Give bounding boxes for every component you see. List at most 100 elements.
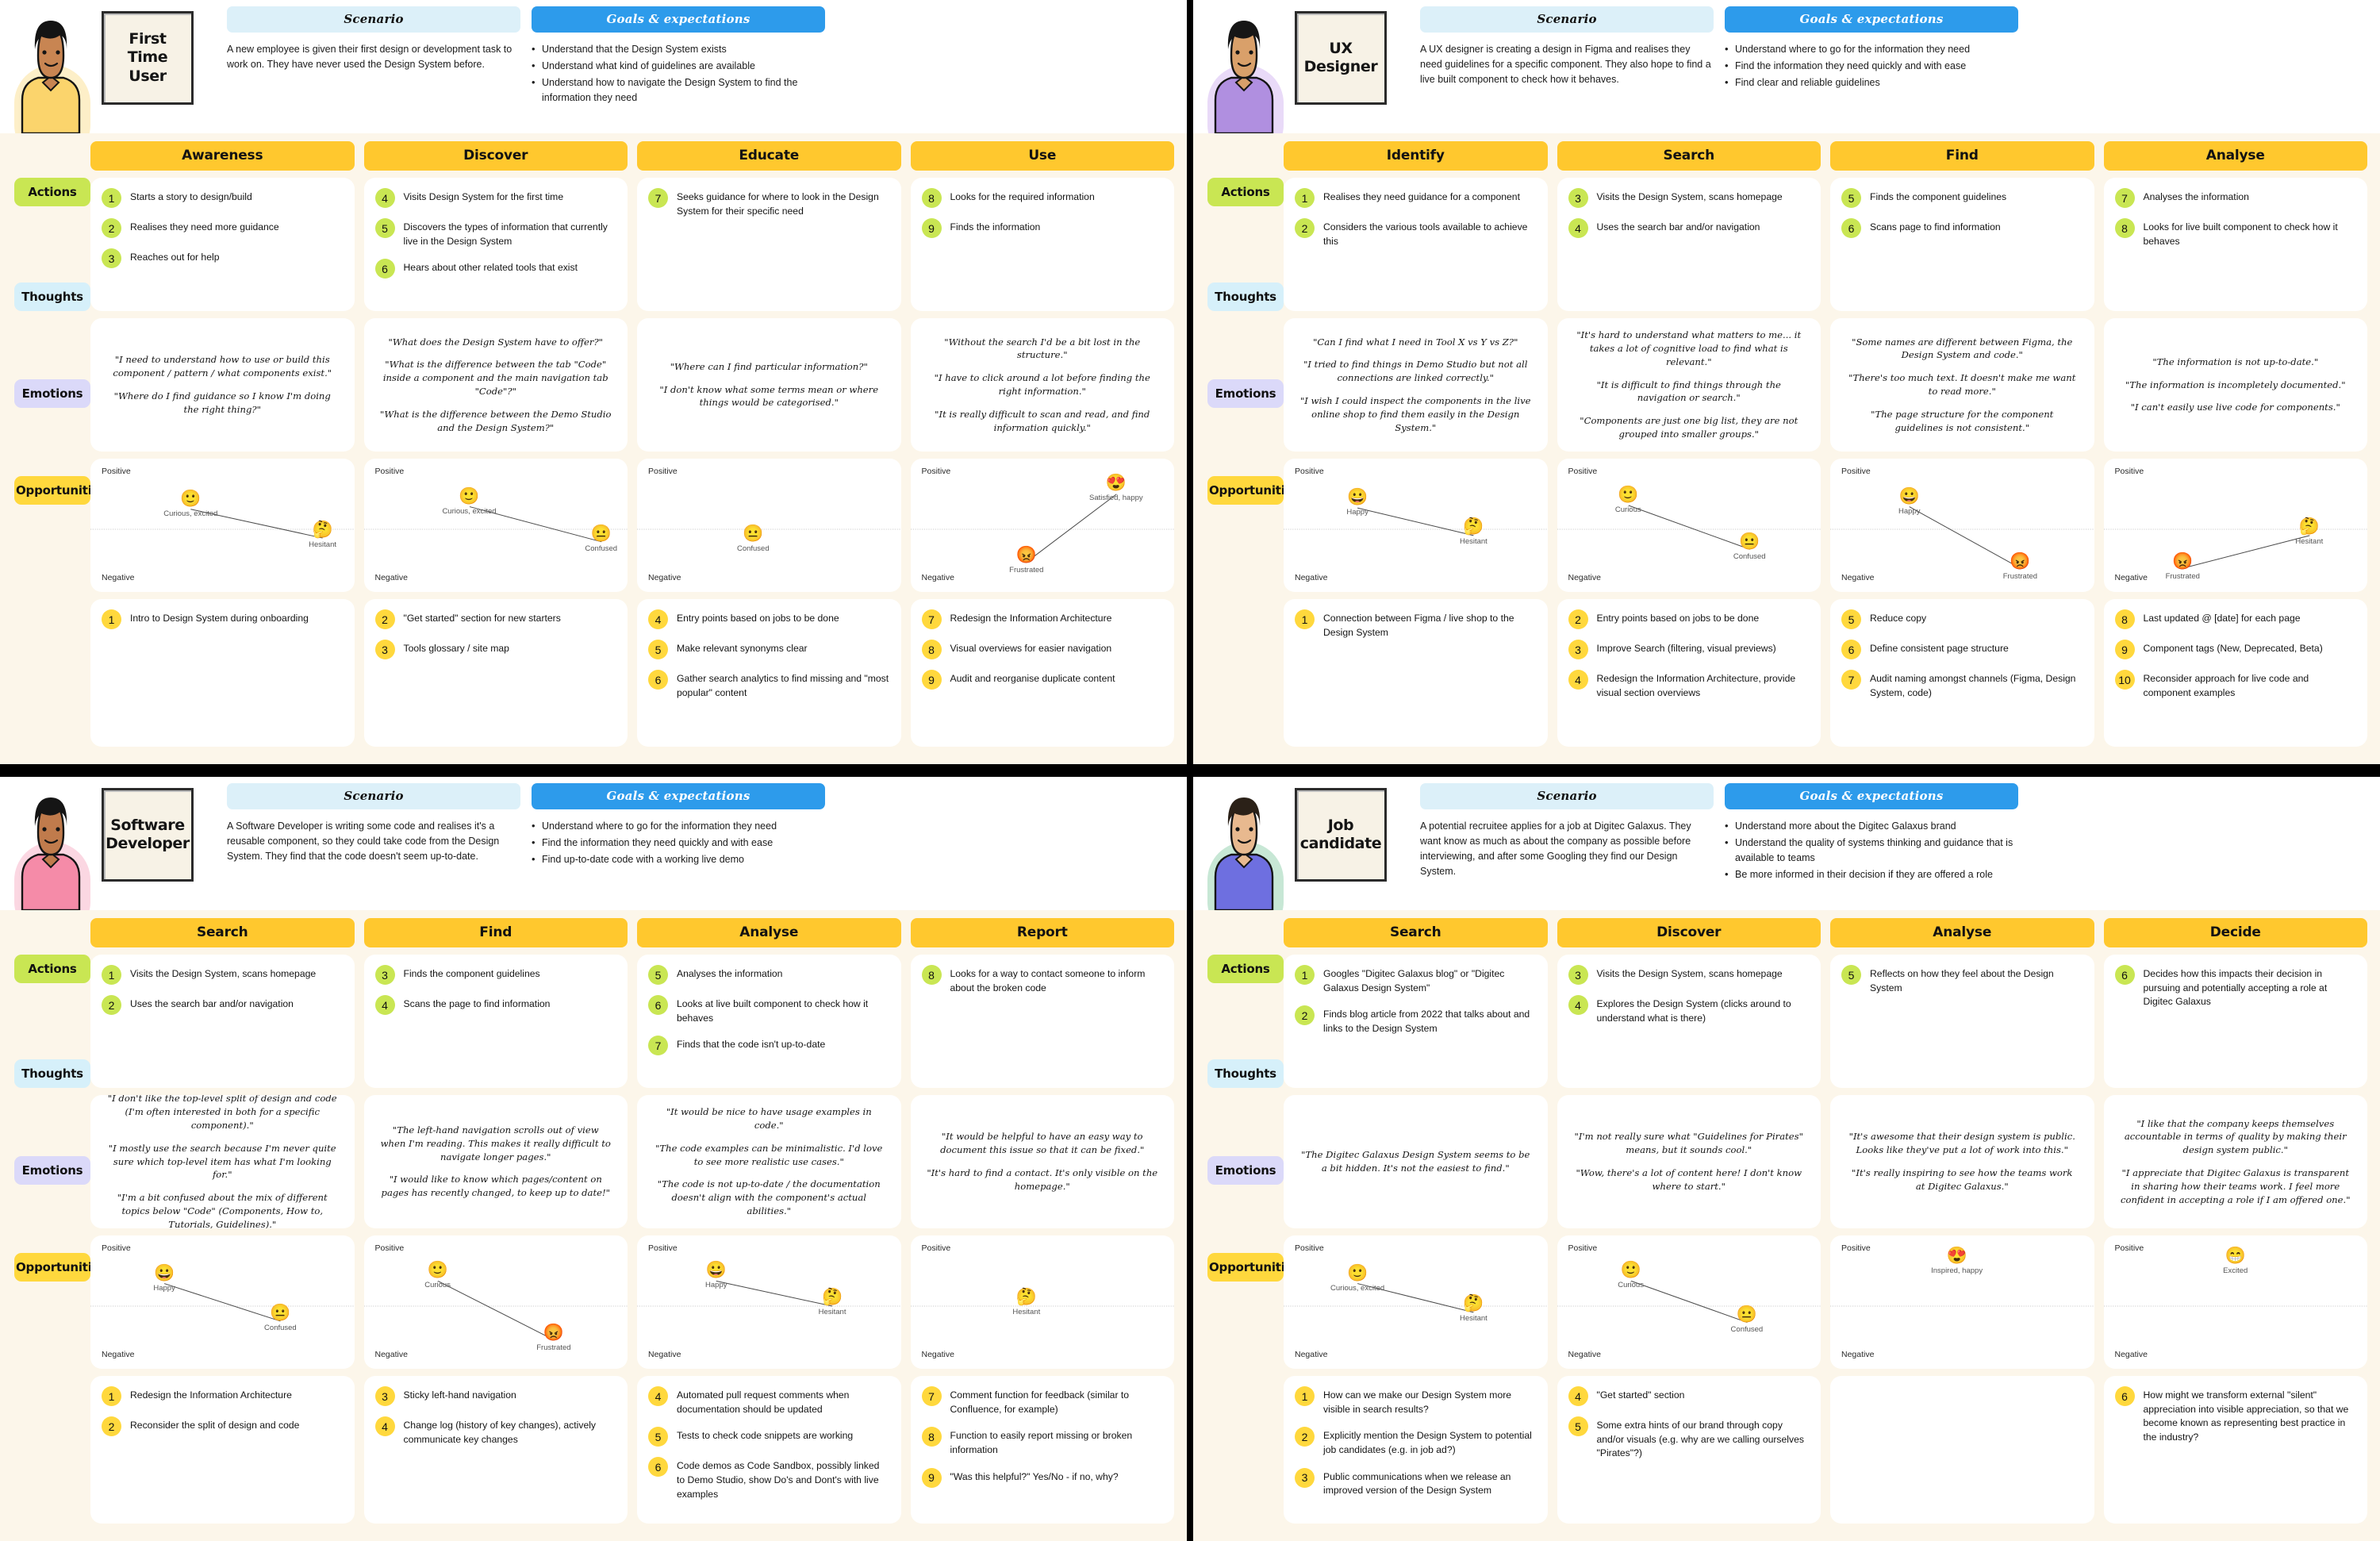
action-text: Considers the various tools available to… (1323, 221, 1528, 247)
opportunity-number: 8 (921, 1427, 942, 1447)
emotion-face-icon: 🤔 (2298, 517, 2320, 536)
goal-item: Understand where to go for the informati… (1725, 41, 2018, 57)
stage-title: Analyse (1830, 918, 2094, 947)
emotion-axis-negative-label: Negative (1295, 1350, 1328, 1359)
emotion-face-icon: 😐 (1739, 532, 1760, 551)
opportunity-text: Change log (history of key changes), act… (403, 1420, 597, 1445)
emotion-axis-positive-label: Positive (2114, 1243, 2144, 1253)
action-text: Finds blog article from 2022 that talks … (1323, 1009, 1530, 1035)
emotion-point-label: Hesitant (818, 1308, 846, 1316)
action-number: 7 (2114, 188, 2135, 208)
action-item: 7 Analyses the information (2114, 188, 2357, 208)
actions-card: 5 Reflects on how they feel about the Des… (1830, 955, 2094, 1088)
thought-quote: "I'm not really sure what "Guidelines fo… (1574, 1131, 1803, 1156)
avatar (0, 0, 102, 133)
avatar-job-candidate-illustration (1214, 797, 1274, 910)
actions-card: 1 Realises they need guidance for a compo… (1284, 178, 1548, 311)
scenario-text: A potential recruitee applies for a job … (1420, 820, 1691, 877)
opportunity-text: Define consistent page structure (1870, 643, 2009, 654)
action-item: 2 Realises they need more guidance (102, 218, 344, 238)
action-number: 2 (1295, 218, 1315, 238)
emotion-axis-negative-label: Negative (374, 573, 408, 582)
goals-title: Goals & expectations (1725, 6, 2018, 33)
row-label-emotions: Emotions (14, 1156, 90, 1185)
opportunity-text: Visual overviews for easier navigation (950, 643, 1112, 654)
action-text: Scans page to find information (1870, 221, 2001, 232)
opportunities-card: 4 Entry points based on jobs to be done 5 M… (637, 599, 901, 747)
emotion-point-label: Inspired, happy (1931, 1266, 1983, 1275)
emotion-axis-positive-label: Positive (1568, 1243, 1598, 1253)
action-text: Looks at live built component to check h… (677, 998, 869, 1024)
emotion-face-icon: 😡 (543, 1324, 564, 1343)
action-number: 7 (648, 1036, 668, 1056)
stage-column-search: Search 1 Googles "Digitec Galaxus blog" or… (1284, 918, 1548, 1530)
emotion-axis-negative-label: Negative (1841, 573, 1875, 582)
emotion-axis-negative-label: Negative (648, 1350, 681, 1359)
action-number: 4 (374, 188, 395, 208)
goals-list: Understand where to go for the informati… (1725, 41, 2018, 90)
action-item: 5 Analyses the information (648, 965, 890, 985)
thought-quote: "Some names are different between Figma,… (1852, 336, 2073, 361)
thoughts-quotes: "The information is not up-to-date." "The… (2121, 355, 2351, 414)
emotion-point-label: Confused (1733, 551, 1766, 561)
goal-item: Find the information they need quickly a… (532, 835, 825, 851)
emotion-axis-positive-label: Positive (374, 467, 405, 476)
row-label-actions: Actions (1207, 955, 1284, 983)
action-number: 4 (1568, 218, 1588, 238)
thought-quote: "What is the difference between the tab … (382, 359, 608, 397)
thought-quote: "Wow, there's a lot of content here! I d… (1576, 1167, 1802, 1192)
opportunity-number: 5 (648, 1427, 668, 1447)
emotion-face-icon: 🤔 (312, 520, 333, 539)
actions-card: 7 Analyses the information 8 Looks for live… (2103, 178, 2367, 311)
thought-quote: "Where do I find guidance so I know I'm … (113, 390, 331, 415)
emotion-axis-positive-label: Positive (1841, 467, 1871, 476)
action-text: Finds the information (950, 221, 1041, 232)
emotion-axis-negative-label: Negative (102, 1350, 135, 1359)
thought-quote: "The code examples can be minimalistic. … (655, 1142, 883, 1167)
action-number: 5 (1841, 188, 1861, 208)
goals-column: Goals & expectations Understand where to … (532, 783, 825, 869)
stage-column-use: Use 8 Looks for the required information 9 F… (910, 141, 1174, 753)
emotion-chart: Positive Negative 🤔 Hesitant (910, 1235, 1174, 1369)
emotion-point: 😡 Frustrated (1984, 552, 2056, 581)
row-label-thoughts: Thoughts (14, 1059, 90, 1088)
emotion-point-label: Frustrated (1009, 565, 1044, 575)
opportunities-card: 1 Intro to Design System during onboardin… (90, 599, 355, 747)
emotion-point: 😡 Frustrated (991, 546, 1062, 575)
action-item: 3 Visits the Design System, scans homepag… (1568, 188, 1810, 208)
opportunity-text: Tools glossary / site map (403, 643, 509, 654)
goal-item: Understand how to navigate the Design Sy… (532, 75, 825, 106)
action-item: 3 Visits the Design System, scans homepag… (1568, 965, 1810, 985)
opportunity-text: Reconsider the split of design and code (130, 1420, 300, 1431)
action-number: 6 (2114, 965, 2135, 985)
action-number: 4 (1568, 995, 1588, 1015)
thought-quote: "I have to click around a lot before fin… (934, 372, 1150, 397)
emotion-point: 🤔 Hesitant (1438, 1294, 1509, 1323)
action-text: Explores the Design System (clicks aroun… (1596, 998, 1791, 1024)
emotion-point: 😀 Happy (681, 1261, 752, 1289)
thoughts-quotes: "Without the search I'd be a bit lost in… (922, 336, 1164, 435)
emotion-face-icon: 😐 (270, 1304, 291, 1323)
opportunities-card: 4 Automated pull request comments when do… (637, 1376, 901, 1524)
opportunities-card: 8 Last updated @ [date] for each page 9 Com… (2103, 599, 2367, 747)
action-number: 2 (102, 995, 121, 1015)
stage-title: Use (910, 141, 1174, 171)
opportunity-text: Intro to Design System during onboarding (130, 613, 309, 624)
action-number: 2 (102, 218, 121, 238)
thought-quote: "The code is not up-to-date / the docume… (657, 1178, 881, 1216)
row-label-opportunities: Opportunities (14, 476, 107, 505)
emotion-point-label: Excited (2223, 1266, 2248, 1275)
thoughts-quotes: "It would be helpful to have an easy way… (922, 1130, 1164, 1193)
emotion-chart: Positive Negative 🙂 Curious 😐 Confused (1557, 1235, 1821, 1369)
thoughts-card: "What does the Design System have to off… (363, 318, 628, 452)
opportunity-item: 10 Reconsider approach for live code and … (2114, 670, 2357, 700)
opportunity-number: 4 (648, 1386, 668, 1406)
thought-quote: "It is difficult to find things through … (1596, 379, 1781, 404)
actions-card: 1 Googles "Digitec Galaxus blog" or "Digi… (1284, 955, 1548, 1088)
thoughts-card: "I like that the company keeps themselve… (2103, 1095, 2367, 1228)
opportunity-item: 1 How can we make our Design System more … (1295, 1386, 1537, 1416)
opportunity-text: Audit naming amongst channels (Figma, De… (1870, 673, 2076, 698)
emotion-chart: Positive Negative 🙂 Curious, excited 🤔 Hesita… (1284, 1235, 1548, 1369)
opportunity-number: 4 (374, 1416, 395, 1436)
opportunity-item: 4 Redesign the Information Architecture, … (1568, 670, 1810, 700)
